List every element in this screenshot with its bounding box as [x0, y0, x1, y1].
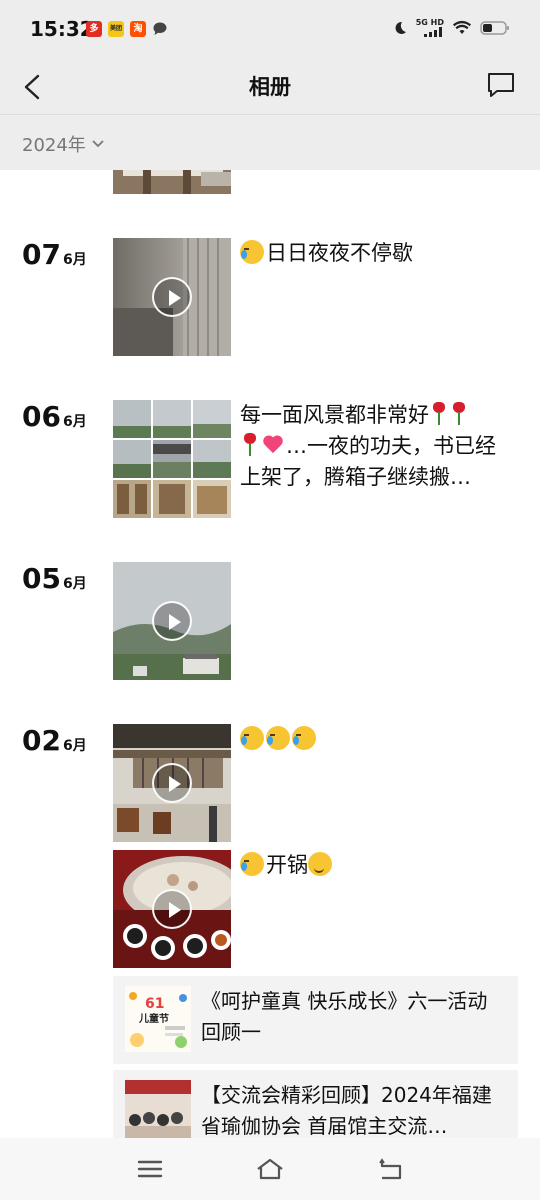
crying-laughing-emoji-icon	[240, 726, 264, 750]
post-caption[interactable]: 日日夜夜不停歇	[240, 238, 520, 269]
crying-laughing-emoji-icon	[240, 852, 264, 876]
nav-bar: 相册	[0, 60, 540, 114]
back-nav-button[interactable]	[373, 1152, 407, 1186]
menu-button[interactable]	[133, 1152, 167, 1186]
tulip-emoji-icon	[243, 433, 257, 457]
caption-line-3: 上架了，腾箱子继续搬…	[240, 465, 471, 489]
signal-icon: 5G HD	[416, 18, 444, 37]
month-label: 6月	[62, 738, 87, 754]
comment-icon	[488, 73, 514, 97]
article-thumb-label: 儿童节	[138, 1012, 169, 1025]
tulip-emoji-icon	[452, 402, 466, 426]
caption-line-1: 每一面风景都非常好	[240, 403, 429, 427]
page-title: 相册	[249, 75, 291, 99]
post-caption[interactable]: 每一面风景都非常好 …一夜的功夫，书已经 上架了，腾箱子继续搬…	[240, 400, 520, 493]
video-thumbnail[interactable]	[113, 238, 231, 356]
home-icon	[257, 1158, 283, 1180]
day-number: 06	[22, 400, 61, 433]
network-label: 5G HD	[415, 18, 444, 27]
post-caption[interactable]	[240, 724, 520, 755]
wifi-icon	[453, 20, 471, 34]
month-label: 6月	[62, 576, 87, 592]
post-date: 06 6月	[22, 400, 87, 433]
notification-icons: 多 美团 淘	[86, 21, 168, 37]
post-date: 02 6月	[22, 724, 87, 757]
day-number: 07	[22, 238, 61, 271]
article-thumbnail: 61 儿童节	[125, 986, 191, 1052]
caption-text: 开锅	[266, 853, 308, 877]
status-bar: 15:32 多 美团 淘 5G HD	[0, 0, 540, 60]
home-button[interactable]	[253, 1152, 287, 1186]
play-icon	[152, 889, 192, 929]
shared-article[interactable]: 61 儿童节 《呵护童真 快乐成长》六一活动回顾一	[113, 976, 518, 1064]
post-caption[interactable]: 开锅	[240, 850, 520, 881]
year-dropdown[interactable]: 2024年	[22, 131, 104, 157]
moon-icon	[395, 21, 406, 34]
video-thumbnail[interactable]	[113, 562, 231, 680]
pinduoduo-icon: 多	[86, 21, 102, 37]
menu-icon	[137, 1160, 163, 1178]
album-feed[interactable]: 07 6月 日日夜夜不停歇 06 6月 每一面风景都非常好 …一夜的功夫，书已经…	[0, 170, 540, 1138]
post-date: 07 6月	[22, 238, 87, 271]
shared-article[interactable]: 【交流会精彩回顾】2024年福建省瑜伽协会 首届馆主交流…	[113, 1070, 518, 1138]
play-icon	[152, 601, 192, 641]
month-label: 6月	[62, 252, 87, 268]
post-date: 05 6月	[22, 562, 87, 595]
photo-grid-thumbnail[interactable]	[113, 400, 231, 518]
article-title: 《呵护童真 快乐成长》六一活动回顾一	[201, 989, 488, 1044]
play-icon	[152, 277, 192, 317]
status-time: 15:32	[30, 17, 94, 41]
article-title: 【交流会精彩回顾】2024年福建省瑜伽协会 首届馆主交流…	[201, 1083, 492, 1138]
month-label: 6月	[62, 414, 87, 430]
heart-emoji-icon	[262, 436, 284, 456]
tulip-emoji-icon	[432, 402, 446, 426]
caption-line-2: …一夜的功夫，书已经	[286, 434, 496, 458]
chevron-down-icon	[92, 140, 104, 148]
article-thumbnail	[125, 1080, 191, 1138]
message-bubble-icon	[153, 22, 167, 35]
status-indicators: 5G HD	[392, 18, 510, 37]
taobao-icon: 淘	[130, 21, 146, 37]
article-thumb-number: 61	[145, 996, 164, 1012]
year-filter-bar: 2024年	[0, 114, 540, 170]
crying-laughing-emoji-icon	[240, 240, 264, 264]
play-icon	[152, 763, 192, 803]
pleading-face-emoji-icon	[308, 852, 332, 876]
crying-laughing-emoji-icon	[292, 726, 316, 750]
day-number: 05	[22, 562, 61, 595]
year-label: 2024年	[22, 135, 86, 156]
messages-button[interactable]	[484, 68, 518, 102]
meituan-icon: 美团	[108, 21, 124, 37]
battery-icon	[480, 20, 509, 35]
return-icon	[379, 1158, 402, 1180]
day-number: 02	[22, 724, 61, 757]
system-navigation-bar	[0, 1138, 540, 1200]
video-thumbnail[interactable]	[113, 850, 231, 968]
post-thumbnail-partial[interactable]	[113, 170, 231, 194]
crying-laughing-emoji-icon	[266, 726, 290, 750]
caption-text: 日日夜夜不停歇	[266, 241, 413, 265]
video-thumbnail[interactable]	[113, 724, 231, 842]
